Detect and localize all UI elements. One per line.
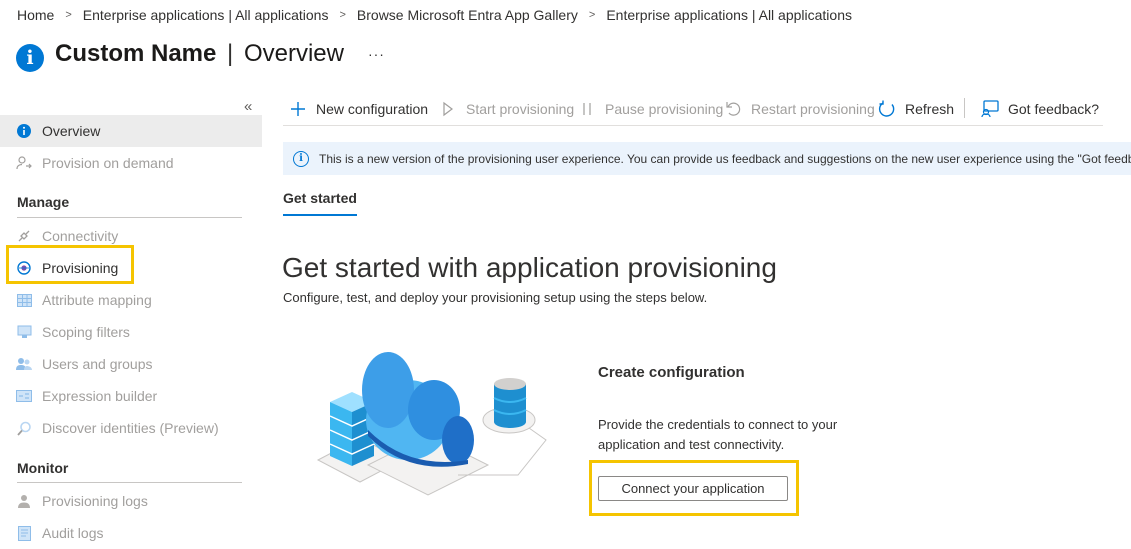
sidebar-item-provisioning-logs[interactable]: Provisioning logs bbox=[0, 485, 262, 517]
new-configuration-label: New configuration bbox=[316, 101, 429, 117]
cloud-provisioning-illustration bbox=[308, 340, 558, 549]
pause-provisioning-button[interactable]: Pause provisioning bbox=[577, 96, 723, 122]
info-icon bbox=[16, 123, 32, 139]
sidebar-item-label: Discover identities (Preview) bbox=[42, 420, 219, 436]
start-provisioning-button[interactable]: Start provisioning bbox=[438, 96, 574, 122]
command-bar: New configuration Start provisioning Pau… bbox=[283, 96, 1103, 126]
feedback-button[interactable]: Got feedback? bbox=[980, 96, 1099, 122]
app-name: Custom Name bbox=[55, 40, 217, 67]
sidebar-item-label: Audit logs bbox=[42, 525, 104, 541]
refresh-label: Refresh bbox=[905, 101, 955, 117]
info-icon: i bbox=[293, 150, 309, 167]
sidebar-item-label: Users and groups bbox=[42, 356, 153, 372]
sidebar-item-expression-builder[interactable]: Expression builder bbox=[0, 380, 262, 412]
connect-button-highlight bbox=[589, 460, 799, 516]
step-description: Provide the credentials to connect to yo… bbox=[598, 417, 838, 452]
restart-icon bbox=[723, 99, 743, 119]
users-icon bbox=[16, 356, 32, 372]
new-configuration-button[interactable]: New configuration bbox=[288, 96, 428, 122]
breadcrumb-home[interactable]: Home bbox=[17, 7, 54, 23]
divider bbox=[17, 482, 242, 483]
page-title: Custom Name | Overview bbox=[55, 40, 344, 68]
sidebar-item-label: Connectivity bbox=[42, 228, 119, 244]
sidebar-item-discover-identities[interactable]: Discover identities (Preview) bbox=[0, 412, 262, 444]
breadcrumb-app-gallery[interactable]: Browse Microsoft Entra App Gallery bbox=[357, 7, 578, 23]
sidebar-item-label: Scoping filters bbox=[42, 324, 130, 340]
divider bbox=[17, 217, 242, 218]
more-options-icon[interactable]: ··· bbox=[368, 46, 385, 62]
title-separator: | bbox=[227, 40, 234, 67]
play-icon bbox=[438, 99, 458, 119]
expression-icon bbox=[16, 388, 32, 404]
page-section: Overview bbox=[243, 40, 344, 67]
refresh-icon bbox=[877, 99, 897, 119]
search-icon bbox=[16, 420, 32, 436]
audit-log-icon bbox=[16, 525, 32, 541]
breadcrumb-separator: > bbox=[339, 9, 346, 21]
sidebar-item-audit-logs[interactable]: Audit logs bbox=[0, 517, 262, 549]
sidebar-item-users-and-groups[interactable]: Users and groups bbox=[0, 348, 262, 380]
person-sync-icon bbox=[16, 155, 32, 171]
start-provisioning-label: Start provisioning bbox=[466, 101, 575, 117]
sidebar: « Overview Provision on demand Manage Co… bbox=[0, 96, 262, 549]
collapse-sidebar-icon[interactable]: « bbox=[244, 98, 252, 115]
person-log-icon bbox=[16, 493, 32, 509]
info-icon: i bbox=[16, 44, 44, 72]
sidebar-section-monitor: Monitor bbox=[17, 460, 69, 476]
breadcrumb-separator: > bbox=[588, 9, 596, 21]
feedback-label: Got feedback? bbox=[1008, 101, 1100, 117]
breadcrumb-separator: > bbox=[65, 9, 72, 21]
sidebar-item-attribute-mapping[interactable]: Attribute mapping bbox=[0, 284, 262, 316]
plug-icon bbox=[16, 228, 32, 244]
info-banner-text: This is a new version of the provisionin… bbox=[319, 151, 1131, 166]
pause-provisioning-label: Pause provisioning bbox=[605, 101, 724, 117]
sidebar-section-manage: Manage bbox=[17, 194, 70, 210]
sidebar-item-overview[interactable]: Overview bbox=[0, 115, 262, 147]
sidebar-item-label: Overview bbox=[42, 123, 101, 139]
info-banner: i This is a new version of the provision… bbox=[283, 142, 1131, 175]
toolbar-divider bbox=[964, 98, 965, 118]
tab-get-started[interactable]: Get started bbox=[283, 190, 357, 216]
feedback-icon bbox=[980, 99, 1000, 119]
table-icon bbox=[16, 292, 32, 308]
filter-icon bbox=[16, 324, 32, 340]
sidebar-item-label: Provisioning logs bbox=[42, 493, 148, 509]
breadcrumb-enterprise-applications[interactable]: Enterprise applications | All applicatio… bbox=[83, 7, 329, 23]
step-title: Create configuration bbox=[598, 364, 745, 381]
page-header: i Custom Name | Overview ··· bbox=[16, 36, 385, 72]
refresh-button[interactable]: Refresh bbox=[877, 96, 954, 122]
provisioning-highlight bbox=[6, 245, 134, 284]
plus-icon bbox=[288, 99, 308, 119]
main-subheading: Configure, test, and deploy your provisi… bbox=[283, 290, 708, 305]
sidebar-item-provision-on-demand[interactable]: Provision on demand bbox=[0, 147, 262, 179]
restart-provisioning-label: Restart provisioning bbox=[751, 101, 875, 117]
restart-provisioning-button[interactable]: Restart provisioning bbox=[723, 96, 875, 122]
breadcrumb-enterprise-applications-2[interactable]: Enterprise applications | All applicatio… bbox=[606, 7, 852, 23]
pause-icon bbox=[577, 99, 597, 119]
sidebar-item-label: Expression builder bbox=[42, 388, 158, 404]
breadcrumb: Home > Enterprise applications | All app… bbox=[17, 7, 852, 23]
main-heading: Get started with application provisionin… bbox=[282, 252, 777, 283]
sidebar-item-scoping-filters[interactable]: Scoping filters bbox=[0, 316, 262, 348]
sidebar-item-label: Attribute mapping bbox=[42, 292, 152, 308]
sidebar-item-label: Provision on demand bbox=[42, 155, 174, 171]
